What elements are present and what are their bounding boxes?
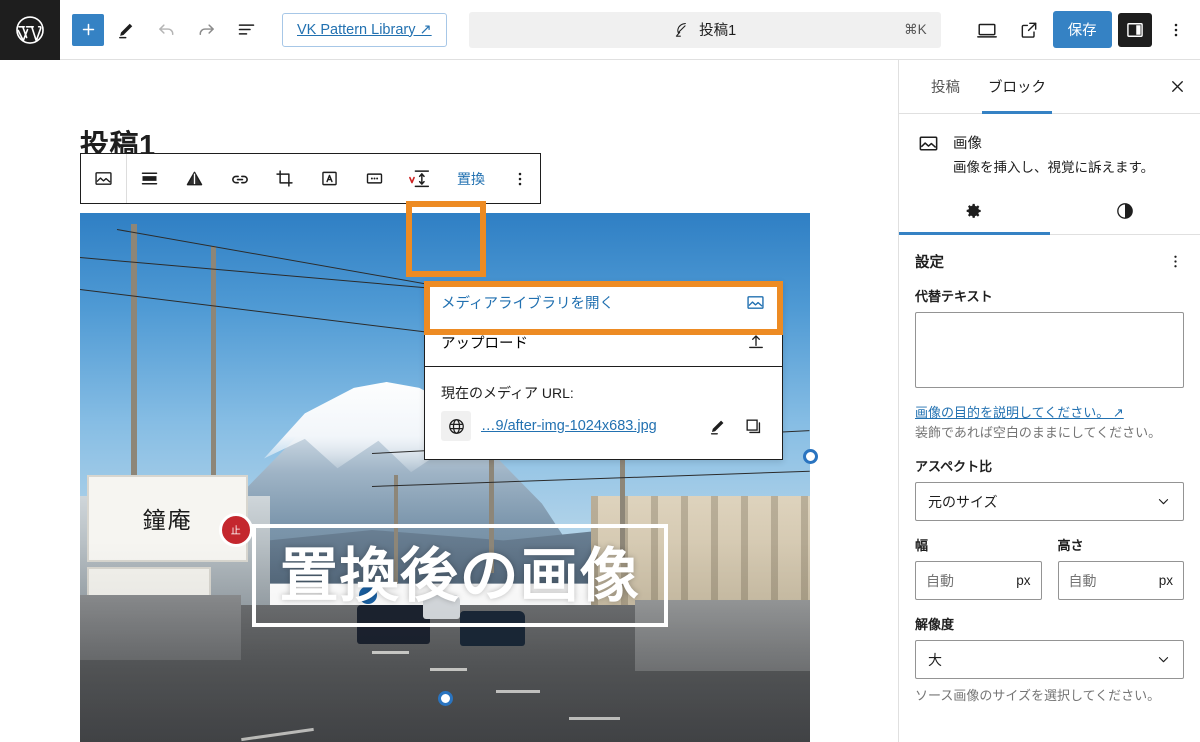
align-icon[interactable] <box>127 154 172 203</box>
desktop-icon[interactable] <box>969 12 1005 48</box>
command-bar-title: 投稿1 <box>699 19 736 40</box>
vk-vertical-arrows-icon[interactable] <box>397 154 442 203</box>
redo-button[interactable] <box>188 12 224 48</box>
image-icon <box>745 292 766 313</box>
resolution-value: 大 <box>928 650 942 670</box>
block-title: 画像 <box>953 132 1154 153</box>
upload-item[interactable]: アップロード <box>425 322 782 362</box>
image-icon <box>917 132 940 178</box>
current-media-url-label: 現在のメディア URL: <box>425 367 782 411</box>
add-block-button[interactable] <box>72 14 104 46</box>
command-bar[interactable]: 投稿1 ⌘K <box>469 12 941 48</box>
alt-text-help-link[interactable]: 画像の目的を説明してください。 ↗ <box>915 402 1124 421</box>
wordpress-block-editor: VK Pattern Library ↗ 投稿1 ⌘K <box>0 0 1200 742</box>
height-input[interactable]: 自動 px <box>1058 561 1185 600</box>
image-icon[interactable] <box>81 154 126 203</box>
alt-text-field: 代替テキスト 画像の目的を説明してください。 ↗ 装飾であれば空白のままにしてく… <box>899 280 1200 443</box>
sidebar-panel-icon[interactable] <box>1118 13 1152 47</box>
resize-handle-right[interactable] <box>803 449 818 464</box>
dimensions-fields: 幅 自動 px 高さ 自動 px <box>899 521 1200 600</box>
image-caption-text: 置換後の画像 <box>280 546 640 605</box>
height-placeholder: 自動 <box>1069 571 1097 591</box>
chevron-down-icon <box>1156 494 1171 509</box>
command-bar-shortcut: ⌘K <box>904 22 927 38</box>
aspect-ratio-label: アスペクト比 <box>915 456 1184 475</box>
block-settings-sidebar: 投稿 ブロック 画像 画像を挿入し、視覚に訴えます。 <box>898 60 1200 742</box>
document-overview-button[interactable] <box>228 12 264 48</box>
replace-button[interactable]: 置換 <box>442 154 500 203</box>
dimension-row: 幅 自動 px 高さ 自動 px <box>915 535 1184 600</box>
external-link-icon[interactable] <box>1011 12 1047 48</box>
width-placeholder: 自動 <box>926 571 954 591</box>
text-in-box-icon[interactable] <box>307 154 352 203</box>
resolution-field: 解像度 大 ソース画像のサイズを選択してください。 <box>899 600 1200 706</box>
gear-icon[interactable] <box>899 188 1050 234</box>
sidebar-tabs: 投稿 ブロック <box>899 60 1200 114</box>
height-unit: px <box>1159 573 1173 588</box>
ellipsis-box-icon[interactable] <box>352 154 397 203</box>
undo-button[interactable] <box>148 12 184 48</box>
upload-arrow-icon <box>746 332 766 352</box>
half-circle-icon[interactable] <box>1050 188 1200 234</box>
link-icon[interactable] <box>217 154 262 203</box>
settings-header: 設定 <box>899 235 1200 280</box>
alt-text-input[interactable] <box>915 312 1184 388</box>
chevron-down-icon <box>1156 652 1171 667</box>
height-label: 高さ <box>1058 535 1185 554</box>
tab-post[interactable]: 投稿 <box>917 60 974 114</box>
open-media-library-item[interactable]: メディアライブラリを開く <box>425 282 782 322</box>
block-toolbar: 置換 <box>80 153 541 204</box>
wordpress-logo-icon[interactable] <box>0 0 60 60</box>
save-button[interactable]: 保存 <box>1053 11 1112 48</box>
crop-icon[interactable] <box>262 154 307 203</box>
globe-icon <box>441 411 471 441</box>
top-bar-actions: 保存 <box>969 11 1194 48</box>
feather-pen-icon <box>673 21 690 38</box>
alt-text-label: 代替テキスト <box>915 286 1184 305</box>
alt-text-help-text: 装飾であれば空白のままにしてください。 <box>915 424 1184 443</box>
sidebar-icon-tabs <box>899 188 1200 235</box>
settings-options-icon[interactable] <box>1167 253 1184 270</box>
command-bar-title-group: 投稿1 <box>483 19 927 40</box>
resolution-select[interactable]: 大 <box>915 640 1184 679</box>
vk-pattern-library-link[interactable]: VK Pattern Library ↗ <box>282 13 447 47</box>
image-caption-frame: 置換後の画像 <box>252 524 668 628</box>
width-input[interactable]: 自動 px <box>915 561 1042 600</box>
width-field: 幅 自動 px <box>915 535 1042 600</box>
height-field: 高さ 自動 px <box>1058 535 1185 600</box>
close-x-icon[interactable] <box>1158 68 1196 106</box>
width-label: 幅 <box>915 535 1042 554</box>
copy-icon[interactable] <box>740 413 766 439</box>
block-description: 画像を挿入し、視覚に訴えます。 <box>953 158 1154 178</box>
editor-top-bar: VK Pattern Library ↗ 投稿1 ⌘K <box>0 0 1200 60</box>
upload-label: アップロード <box>441 332 528 353</box>
resolution-help-text: ソース画像のサイズを選択してください。 <box>915 687 1184 706</box>
settings-title: 設定 <box>915 251 944 272</box>
top-bar-tools: VK Pattern Library ↗ <box>60 12 447 48</box>
open-media-library-label: メディアライブラリを開く <box>441 292 614 313</box>
block-info: 画像 画像を挿入し、視覚に訴えます。 <box>899 114 1200 188</box>
pencil-icon[interactable] <box>704 413 730 439</box>
resolution-label: 解像度 <box>915 614 1184 633</box>
block-options-icon[interactable] <box>500 154 540 203</box>
editor-canvas: 投稿1 <box>0 60 898 742</box>
top-bar-options-icon[interactable] <box>1158 12 1194 48</box>
aspect-ratio-field: アスペクト比 元のサイズ <box>899 442 1200 521</box>
block-info-text: 画像 画像を挿入し、視覚に訴えます。 <box>953 132 1154 178</box>
media-url-link[interactable]: …9/after-img-1024x683.jpg <box>481 418 694 434</box>
width-unit: px <box>1016 573 1030 588</box>
replace-dropdown-panel: メディアライブラリを開く アップロード 現在のメディア URL: <box>424 281 783 460</box>
aspect-ratio-select[interactable]: 元のサイズ <box>915 482 1184 521</box>
edit-tool-button[interactable] <box>108 12 144 48</box>
aspect-ratio-value: 元のサイズ <box>928 492 998 512</box>
tab-block[interactable]: ブロック <box>974 60 1060 114</box>
resize-handle-bottom[interactable] <box>438 691 453 706</box>
triangle-icon[interactable] <box>172 154 217 203</box>
current-media-url-row: …9/after-img-1024x683.jpg <box>425 411 782 459</box>
